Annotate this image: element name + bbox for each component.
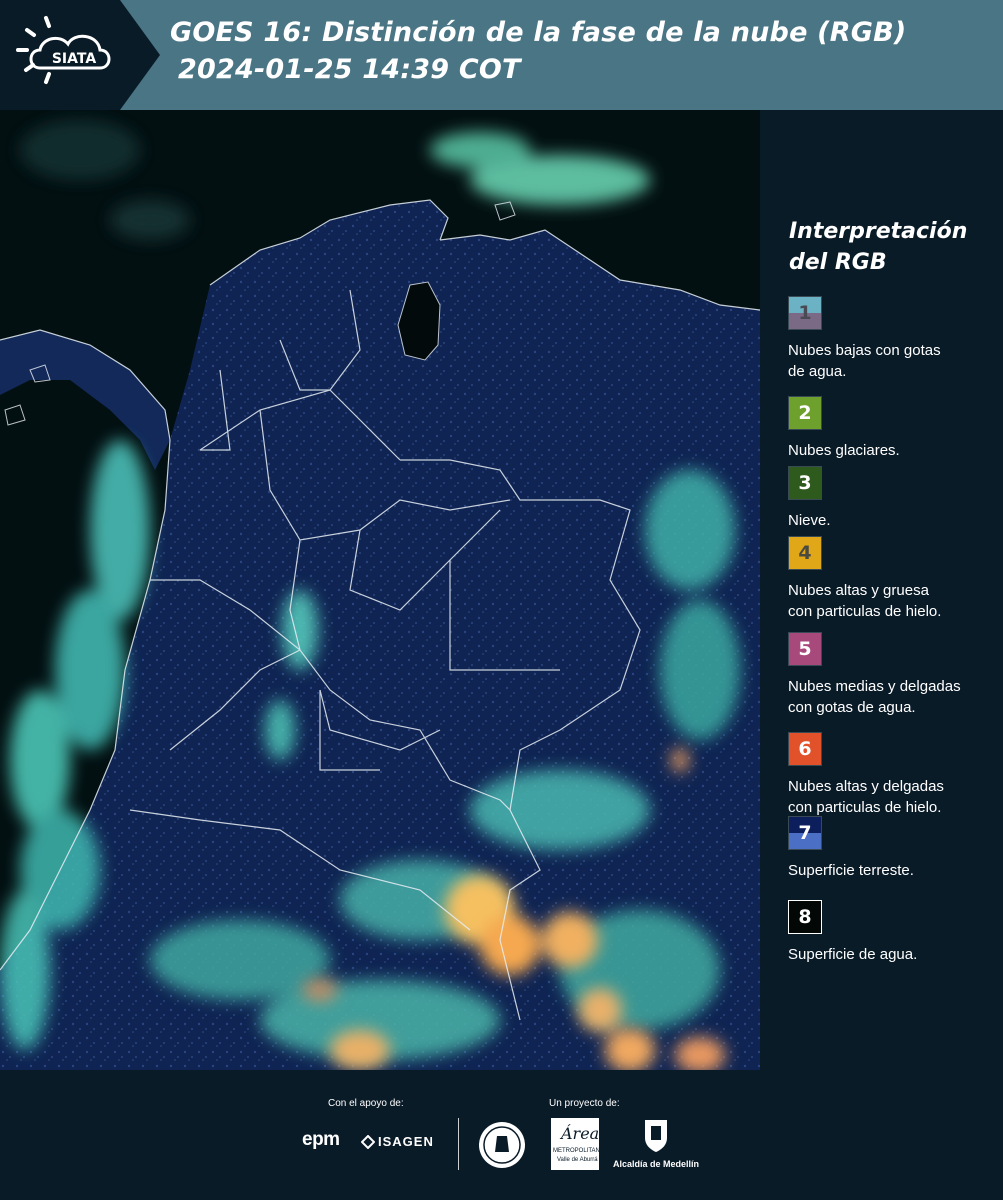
legend-label-line-2: de agua. — [788, 363, 847, 380]
project-label: Un proyecto de: — [549, 1098, 620, 1109]
sun-rays-icon — [16, 16, 51, 84]
legend-label-line-1: Nubes glaciares. — [788, 442, 900, 459]
alcaldia-text: Alcaldía de Medellín — [613, 1159, 700, 1169]
legend-label: Superficie de agua. — [788, 944, 998, 965]
legend-number: 8 — [798, 906, 812, 928]
legend-number: 6 — [798, 738, 812, 760]
legend-swatch: 5 — [788, 632, 822, 666]
legend-title: Interpretación del RGB — [789, 216, 967, 278]
medellin-seal-icon — [479, 1122, 525, 1168]
title-line-1: GOES 16: Distinción de la fase de la nub… — [170, 17, 907, 48]
legend-number: 3 — [798, 472, 812, 494]
legend-label-line-1: Nubes altas y gruesa — [788, 582, 929, 599]
legend-label: Superficie terreste. — [788, 860, 998, 881]
legend-label: Nubes glaciares. — [788, 440, 998, 461]
area-logo-text: Área — [561, 1124, 600, 1143]
legend-number: 7 — [798, 822, 812, 844]
legend-number: 5 — [798, 638, 812, 660]
legend-panel: Interpretación del RGB 1 Nubes bajas con … — [760, 110, 1003, 1070]
legend-label-line-1: Nubes bajas con gotas — [788, 342, 941, 359]
legend-label: Nubes altas y gruesa con particulas de hi… — [788, 580, 998, 622]
satellite-map — [0, 110, 760, 1070]
isagen-logo: ISAGEN — [378, 1134, 434, 1149]
legend-swatch: 8 — [788, 900, 822, 934]
logo-text: SIATA — [52, 51, 97, 67]
alcaldia-shield-icon — [645, 1120, 667, 1152]
legend-swatch: 3 — [788, 466, 822, 500]
legend-title-line-2: del RGB — [789, 250, 887, 275]
legend-number: 2 — [798, 402, 812, 424]
legend-swatch: 4 — [788, 536, 822, 570]
area-logo-sub1: METROPOLITANA — [553, 1148, 604, 1154]
legend-label-line-1: Nubes medias y delgadas — [788, 678, 961, 695]
legend-label-line-1: Superficie terreste. — [788, 862, 914, 879]
legend-swatch: 6 — [788, 732, 822, 766]
legend-title-line-1: Interpretación — [789, 219, 968, 244]
legend-swatch: 7 — [788, 816, 822, 850]
header: SIATA GOES 16: Distinción de la fase de … — [0, 0, 1003, 110]
legend-swatch: 1 — [788, 296, 822, 330]
page-title: GOES 16: Distinción de la fase de la nub… — [170, 14, 906, 88]
area-logo-sub2: Valle de Aburrá — [557, 1157, 598, 1163]
legend-label-line-1: Superficie de agua. — [788, 946, 918, 963]
isagen-icon — [361, 1135, 375, 1149]
legend-label-line-1: Nubes altas y delgadas — [788, 778, 944, 795]
support-label: Con el apoyo de: — [328, 1098, 404, 1109]
legend-label-line-1: Nieve. — [788, 512, 831, 529]
legend-number: 1 — [798, 302, 812, 324]
legend-label-line-2: con gotas de agua. — [788, 699, 916, 716]
legend-number: 4 — [798, 542, 812, 564]
legend-label-line-2: con particulas de hielo. — [788, 603, 942, 620]
legend-label: Nubes bajas con gotas de agua. — [788, 340, 998, 382]
legend-swatch: 2 — [788, 396, 822, 430]
title-line-2: 2024-01-25 14:39 COT — [178, 54, 521, 85]
legend-label-line-2: con particulas de hielo. — [788, 799, 942, 816]
legend-label: Nubes altas y delgadas con particulas de … — [788, 776, 998, 818]
area-metropolitana-logo: Área METROPOLITANA Valle de Aburrá — [551, 1118, 604, 1170]
footer: Con el apoyo de: Un proyecto de: epm ISA… — [0, 1070, 1003, 1200]
footer-divider — [458, 1118, 459, 1170]
siata-logo: SIATA — [0, 0, 160, 110]
epm-logo: epm — [302, 1129, 340, 1150]
legend-label: Nieve. — [788, 510, 998, 531]
legend-label: Nubes medias y delgadas con gotas de agua… — [788, 676, 998, 718]
